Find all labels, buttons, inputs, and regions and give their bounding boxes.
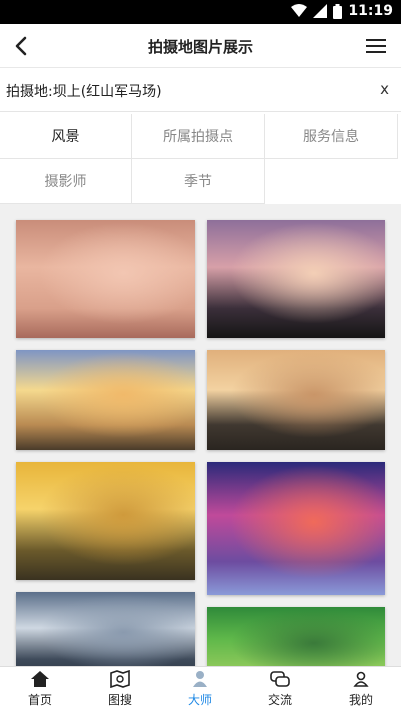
category-tabs: 风景 所属拍摄点 服务信息 摄影师 季节 xyxy=(0,114,401,204)
nav-item-profile[interactable]: 我的 xyxy=(321,667,401,710)
nav-label: 图搜 xyxy=(107,693,132,707)
nav-label: 大师 xyxy=(187,693,212,707)
home-icon xyxy=(31,671,49,687)
nav-item-home[interactable]: 首页 xyxy=(0,667,80,710)
nav-item-chat[interactable]: 交流 xyxy=(240,667,320,710)
tab-shooting-spot[interactable]: 所属拍摄点 xyxy=(132,114,265,159)
bottom-navigation: 首页 图搜 大师 交流 我的 xyxy=(0,666,401,710)
tab-scenery[interactable]: 风景 xyxy=(0,114,132,159)
photo-misty-hills-pink[interactable] xyxy=(16,220,195,338)
menu-button[interactable] xyxy=(365,36,387,56)
status-time: 11:19 xyxy=(348,3,393,19)
status-icons: 11:19 xyxy=(291,3,393,19)
photo-golden-sunrise-clouds[interactable] xyxy=(16,350,195,450)
photo-yellow-valley-fog[interactable] xyxy=(16,462,195,580)
status-bar: 11:19 xyxy=(0,0,401,24)
location-filter: 拍摄地:坝上(红山军马场) x xyxy=(0,68,401,112)
tab-label: 风景 xyxy=(51,129,80,145)
photo-grid xyxy=(0,204,401,666)
master-icon xyxy=(193,671,207,687)
menu-icon xyxy=(366,39,386,53)
photo-lone-tree-sunset[interactable] xyxy=(207,220,385,338)
photo-storm-clouds-light[interactable] xyxy=(16,592,195,666)
app-bar: 拍摄地图片展示 xyxy=(0,24,401,68)
signal-icon xyxy=(313,4,328,18)
profile-icon xyxy=(353,671,369,687)
tab-label: 服务信息 xyxy=(303,129,359,145)
location-filter-label: 拍摄地:坝上(红山军马场) xyxy=(6,84,162,100)
photo-green-field-rows[interactable] xyxy=(207,607,385,666)
tab-label: 所属拍摄点 xyxy=(163,129,233,145)
wifi-icon xyxy=(291,4,308,17)
tab-label: 季节 xyxy=(184,174,212,190)
battery-icon xyxy=(333,3,343,19)
nav-label: 首页 xyxy=(27,693,52,707)
nav-label: 交流 xyxy=(267,693,292,707)
chat-icon xyxy=(270,671,290,687)
nav-item-master[interactable]: 大师 xyxy=(160,667,240,710)
photo-forest-fog-orange[interactable] xyxy=(207,350,385,450)
tab-label: 摄影师 xyxy=(44,174,87,190)
photo-purple-red-sky-lake[interactable] xyxy=(207,462,385,595)
map-search-icon xyxy=(110,670,130,688)
clear-filter-button[interactable]: x xyxy=(380,80,389,98)
page-title: 拍摄地图片展示 xyxy=(147,38,253,56)
nav-item-map-search[interactable]: 图搜 xyxy=(80,667,160,710)
tab-photographer[interactable]: 摄影师 xyxy=(0,159,132,204)
nav-label: 我的 xyxy=(348,693,373,707)
tab-service-info[interactable]: 服务信息 xyxy=(265,114,398,159)
tab-season[interactable]: 季节 xyxy=(132,159,265,204)
